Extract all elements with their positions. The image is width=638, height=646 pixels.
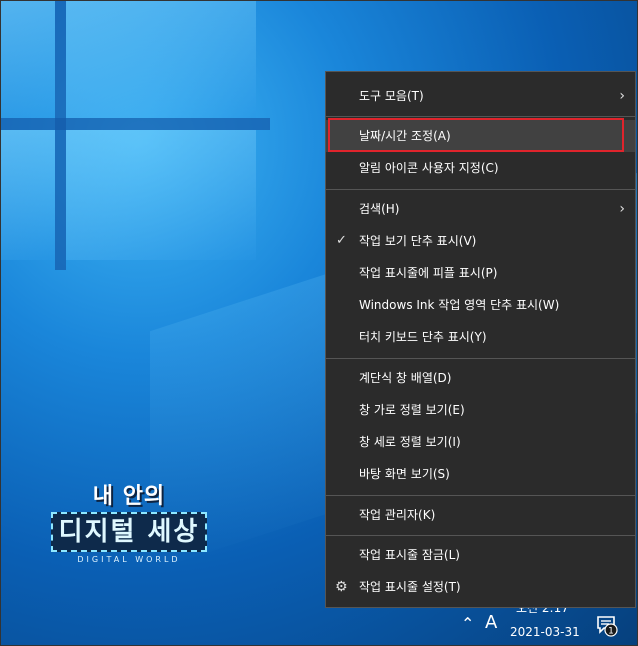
menu-item-label: 작업 표시줄 잠금(L) xyxy=(359,548,460,562)
menu-separator xyxy=(326,535,635,536)
windows-logo-divider xyxy=(0,118,270,130)
menu-item-toolbars[interactable]: 도구 모음(T) › xyxy=(326,80,635,112)
menu-item-show-task-view[interactable]: ✓ 작업 보기 단추 표시(V) xyxy=(326,225,635,257)
menu-item-customize-notification-icons[interactable]: 알림 아이콘 사용자 지정(C) xyxy=(326,152,635,184)
menu-item-show-stacked[interactable]: 창 가로 정렬 보기(E) xyxy=(326,394,635,426)
windows-logo-pane xyxy=(66,130,256,260)
watermark-line2: 디지털 세상 xyxy=(50,512,208,552)
menu-item-label: 창 세로 정렬 보기(I) xyxy=(359,435,461,449)
menu-item-show-windows-ink[interactable]: Windows Ink 작업 영역 단추 표시(W) xyxy=(326,289,635,321)
menu-item-label: 알림 아이콘 사용자 지정(C) xyxy=(359,161,499,175)
menu-item-label: 작업 관리자(K) xyxy=(359,508,436,522)
menu-item-show-people[interactable]: 작업 표시줄에 피플 표시(P) xyxy=(326,257,635,289)
menu-item-label: 터치 키보드 단추 표시(Y) xyxy=(359,330,487,344)
menu-item-label: 검색(H) xyxy=(359,202,400,216)
menu-item-show-touch-keyboard[interactable]: 터치 키보드 단추 표시(Y) xyxy=(326,321,635,353)
clock-date[interactable]: 2021-03-31 xyxy=(510,625,580,639)
red-highlight-box xyxy=(328,118,624,152)
menu-item-label: 도구 모음(T) xyxy=(359,89,424,103)
menu-item-adjust-datetime[interactable]: 날짜/시간 조정(A) xyxy=(326,118,635,152)
windows-logo-pane xyxy=(0,130,55,260)
menu-item-lock-taskbar[interactable]: 작업 표시줄 잠금(L) xyxy=(326,539,635,571)
action-center-button[interactable]: 1 xyxy=(595,614,619,638)
watermark-logo: 내 안의 디지털 세상 DIGITAL WORLD xyxy=(40,484,218,564)
windows-logo-pane xyxy=(0,0,55,118)
chevron-right-icon: › xyxy=(619,88,625,104)
menu-separator xyxy=(326,495,635,496)
menu-item-label: 계단식 창 배열(D) xyxy=(359,371,452,385)
menu-item-search[interactable]: 검색(H) › xyxy=(326,193,635,225)
menu-item-label: 바탕 화면 보기(S) xyxy=(359,467,450,481)
menu-separator xyxy=(326,189,635,190)
chevron-right-icon: › xyxy=(619,201,625,217)
windows-logo-pane xyxy=(66,0,256,118)
menu-item-label: Windows Ink 작업 영역 단추 표시(W) xyxy=(359,298,560,312)
menu-separator xyxy=(326,358,635,359)
checkmark-icon: ✓ xyxy=(336,233,347,248)
menu-item-cascade-windows[interactable]: 계단식 창 배열(D) xyxy=(326,362,635,394)
notification-icon: 1 xyxy=(597,616,618,637)
gear-icon: ⚙ xyxy=(335,579,348,595)
windows-logo-divider xyxy=(55,0,66,270)
menu-separator xyxy=(326,116,635,117)
menu-item-label: 작업 표시줄에 피플 표시(P) xyxy=(359,266,498,280)
desktop-wallpaper: 내 안의 디지털 세상 DIGITAL WORLD ⌃ A 오전 2:17 20… xyxy=(0,0,638,646)
menu-item-label: 창 가로 정렬 보기(E) xyxy=(359,403,465,417)
menu-item-show-side-by-side[interactable]: 창 세로 정렬 보기(I) xyxy=(326,426,635,458)
menu-item-show-desktop[interactable]: 바탕 화면 보기(S) xyxy=(326,458,635,490)
menu-item-label: 작업 보기 단추 표시(V) xyxy=(359,234,477,248)
taskbar-context-menu: 도구 모음(T) › 날짜/시간 조정(A) 알림 아이콘 사용자 지정(C) … xyxy=(325,71,636,608)
ime-indicator[interactable]: A xyxy=(485,612,497,633)
watermark-line1: 내 안의 xyxy=(92,484,166,509)
menu-item-taskbar-settings[interactable]: ⚙ 작업 표시줄 설정(T) xyxy=(326,571,635,603)
menu-item-task-manager[interactable]: 작업 관리자(K) xyxy=(326,499,635,531)
watermark-line3: DIGITAL WORLD xyxy=(77,555,181,564)
notification-count: 1 xyxy=(608,627,614,637)
menu-item-label: 작업 표시줄 설정(T) xyxy=(359,580,461,594)
show-hidden-icons-chevron-icon[interactable]: ⌃ xyxy=(461,614,474,633)
